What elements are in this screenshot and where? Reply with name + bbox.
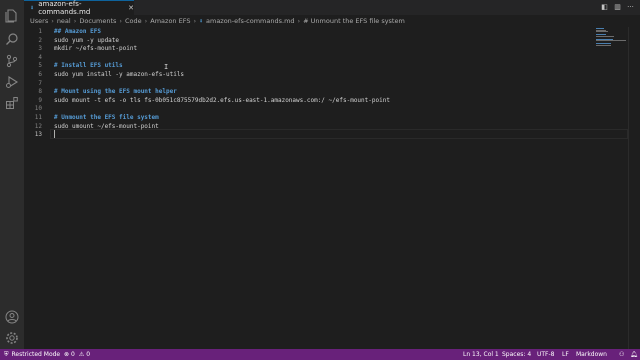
mouse-ibeam-icon: I <box>164 63 169 71</box>
activity-bar <box>0 0 24 349</box>
language-mode[interactable]: Markdown <box>576 349 607 360</box>
chevron-right-icon: › <box>73 17 77 25</box>
chevron-right-icon: › <box>193 17 197 25</box>
breadcrumb-item[interactable]: neal <box>57 17 71 25</box>
breadcrumb-item[interactable]: Users <box>30 17 48 25</box>
line-number: 9 <box>38 96 42 104</box>
warning-count: 0 <box>86 351 91 358</box>
chevron-right-icon: › <box>51 17 54 25</box>
code-line[interactable]: sudo yum install -y amazon-efs-utils <box>54 71 184 78</box>
explorer-icon[interactable] <box>4 8 20 24</box>
search-icon[interactable] <box>4 31 20 47</box>
breadcrumb-item[interactable]: Documents <box>79 17 116 25</box>
line-number: 7 <box>38 79 42 87</box>
line-number: 3 <box>38 45 42 53</box>
code-line[interactable]: # Install EFS utils <box>54 62 123 69</box>
line-number: 10 <box>34 105 42 113</box>
accounts-icon[interactable]: ⚇ <box>619 349 624 360</box>
chevron-right-icon: › <box>297 17 301 25</box>
problems-indicator[interactable]: ⊗ 0 ⚠ 0 <box>64 349 90 360</box>
restricted-mode-indicator[interactable]: ⛨ Restricted Mode <box>0 349 66 360</box>
line-number: 11 <box>34 114 42 121</box>
open-preview-icon[interactable]: ◧ <box>600 3 609 12</box>
breadcrumb-item[interactable]: amazon-efs-commands.md <box>206 17 295 25</box>
vertical-scrollbar[interactable] <box>628 27 640 349</box>
settings-gear-icon[interactable] <box>4 330 20 346</box>
error-icon: ⊗ <box>64 351 70 358</box>
chevron-right-icon: › <box>119 17 123 25</box>
line-number: 13 <box>34 131 42 139</box>
account-icon[interactable] <box>4 309 20 325</box>
breadcrumb: Users › neal › Documents › Code › Amazon EFS… <box>30 15 405 27</box>
code-line[interactable]: sudo yum -y update <box>54 37 119 44</box>
tab-label: amazon-efs-commands.md <box>38 0 91 16</box>
code-line[interactable]: sudo mount -t efs -o tls fs-0b051c875579… <box>54 97 390 104</box>
code-line[interactable]: sudo umount ~/efs-mount-point <box>54 123 159 130</box>
split-editor-icon[interactable]: ▥ <box>613 3 622 12</box>
markdown-icon: ⬇ <box>30 4 35 12</box>
breadcrumb-item[interactable]: Code <box>125 17 142 25</box>
tab-amazon-efs-commands[interactable]: ⬇ amazon-efs-commands.md ✕ <box>24 0 134 16</box>
line-number: 5 <box>38 62 42 70</box>
end-of-line[interactable]: LF <box>562 349 569 360</box>
line-number: 4 <box>38 53 42 61</box>
status-bar: ⛨ Restricted Mode ⊗ 0 ⚠ 0 Ln 13, Col 1 S… <box>0 349 640 360</box>
error-count: 0 <box>71 351 75 358</box>
current-line-highlight <box>50 129 628 139</box>
more-actions-icon[interactable]: ··· <box>626 3 635 12</box>
extensions-icon[interactable] <box>4 95 20 111</box>
code-line[interactable]: # Unmount the EFS file system <box>54 114 159 121</box>
breadcrumb-item[interactable]: Amazon EFS <box>150 17 190 25</box>
run-debug-icon[interactable] <box>4 74 20 90</box>
close-tab-icon[interactable]: ✕ <box>128 4 134 12</box>
code-line[interactable]: mkdir ~/efs-mount-point <box>54 45 137 52</box>
cursor-position[interactable]: Ln 13, Col 1 <box>463 349 499 360</box>
shield-icon: ⛨ <box>4 350 9 358</box>
notifications-bell-icon[interactable]: 🔔︎ <box>630 349 638 360</box>
code-line[interactable]: ## Amazon EFS <box>54 28 101 35</box>
minimap[interactable] <box>594 27 628 47</box>
text-cursor <box>54 130 55 138</box>
line-number: 1 <box>38 28 42 35</box>
line-number: 12 <box>34 122 42 130</box>
source-control-icon[interactable] <box>4 53 20 69</box>
line-number: 6 <box>38 71 42 78</box>
warning-icon: ⚠ <box>78 351 85 358</box>
breadcrumb-item[interactable]: # Unmount the EFS file system <box>303 17 405 25</box>
restricted-mode-label: Restricted Mode <box>11 351 61 358</box>
chevron-right-icon: › <box>144 17 148 25</box>
encoding[interactable]: UTF-8 <box>537 349 555 360</box>
line-number: 2 <box>38 36 42 44</box>
code-line[interactable]: # Mount using the EFS mount helper <box>54 88 177 95</box>
indentation[interactable]: Spaces: 4 <box>502 349 531 360</box>
markdown-icon: ⬇ <box>199 17 203 25</box>
line-number: 8 <box>38 88 42 96</box>
